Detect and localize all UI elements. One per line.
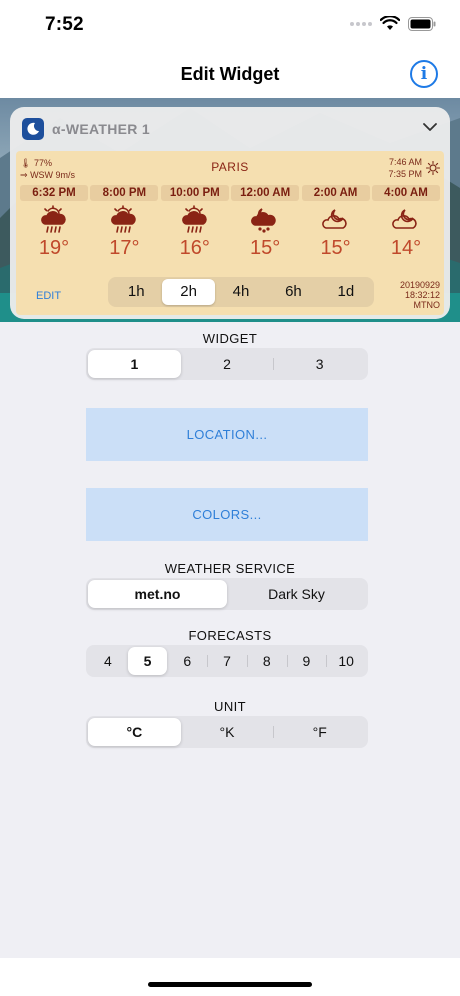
wifi-icon xyxy=(380,16,400,30)
widget-preview: α-WEATHER 1 🌡︎ 77% ⇒ WSW 9m/s PARIS 7:46… xyxy=(10,107,450,319)
interval-option-6h[interactable]: 6h xyxy=(267,279,319,305)
forecast-temp: 15° xyxy=(320,237,351,259)
widget-selector: 1 2 3 xyxy=(86,348,368,380)
forecast-column: 4:00 AM 14° xyxy=(371,185,440,259)
colors-button[interactable]: COLORS... xyxy=(86,488,368,541)
forecasts-selector: 4 5 6 7 8 9 10 xyxy=(86,645,368,677)
signal-icon xyxy=(350,21,372,26)
home-indicator[interactable] xyxy=(148,982,312,987)
update-stamp: 20190929 18:32:12 MTNO xyxy=(400,280,440,310)
forecasts-option-5[interactable]: 5 xyxy=(127,647,168,675)
widget-option-2[interactable]: 2 xyxy=(181,350,274,378)
forecast-column: 10:00 PM 16° xyxy=(160,185,229,259)
stamp-source: MTNO xyxy=(413,300,441,310)
location-button[interactable]: LOCATION... xyxy=(86,408,368,461)
forecasts-option-10[interactable]: 10 xyxy=(326,647,366,675)
moon-cloud-icon xyxy=(302,203,370,237)
page-title: Edit Widget xyxy=(180,64,280,84)
sun-cloud-rain-icon xyxy=(20,203,88,237)
stamp-date: 20190929 xyxy=(399,280,440,290)
moon-cloud-icon xyxy=(372,203,440,237)
forecast-time: 12:00 AM xyxy=(231,185,300,201)
interval-option-1d[interactable]: 1d xyxy=(320,279,372,305)
forecast-temp: 15° xyxy=(250,237,281,259)
sunrise-time: 7:46 AM xyxy=(388,157,422,167)
moon-cloud-drizzle-icon xyxy=(231,203,299,237)
service-option-dark-sky[interactable]: Dark Sky xyxy=(227,580,366,608)
forecasts-option-6[interactable]: 6 xyxy=(167,647,207,675)
weather-service-label: WEATHER SERVICE xyxy=(164,561,296,576)
forecast-time: 6:32 PM xyxy=(20,185,88,201)
forecast-time: 4:00 AM xyxy=(371,185,440,201)
sun-cloud-rain-icon xyxy=(161,203,229,237)
forecasts-option-9[interactable]: 9 xyxy=(286,647,327,675)
widget-section-label: WIDGET xyxy=(202,331,258,346)
widget-header[interactable]: α-WEATHER 1 xyxy=(10,107,450,151)
forecast-time: 10:00 PM xyxy=(160,185,229,201)
stamp-time: 18:32:12 xyxy=(404,290,440,300)
info-icon[interactable]: i xyxy=(410,60,438,88)
forecast-time: 8:00 PM xyxy=(90,185,159,201)
sun-times: 7:46 AM 7:35 PM xyxy=(388,156,440,180)
status-time: 7:52 xyxy=(45,14,84,35)
nav-bar: Edit Widget i xyxy=(0,50,460,98)
forecast-temp: 19° xyxy=(38,237,70,259)
chevron-down-icon[interactable] xyxy=(422,121,438,133)
widget-name: α-WEATHER 1 xyxy=(52,121,150,137)
status-icons xyxy=(350,16,436,31)
unit-selector: °C °K °F xyxy=(86,716,368,748)
forecast-temp: 14° xyxy=(390,237,422,259)
sun-cloud-rain-icon xyxy=(90,203,158,237)
forecast-column: 6:32 PM 19° xyxy=(20,185,88,259)
forecast-temp: 17° xyxy=(109,237,140,259)
forecast-column: 8:00 PM 17° xyxy=(90,185,159,259)
unit-label: UNIT xyxy=(214,699,246,714)
forecasts-option-8[interactable]: 8 xyxy=(246,647,287,675)
forecast-column: 2:00 AM 15° xyxy=(301,185,370,259)
sun-icon xyxy=(426,161,440,175)
moon-icon xyxy=(22,118,44,140)
widget-option-3[interactable]: 3 xyxy=(273,350,366,378)
interval-option-2h[interactable]: 2h xyxy=(162,279,215,305)
battery-icon xyxy=(408,16,436,31)
city-name: PARIS xyxy=(211,160,249,174)
sunset-time: 7:35 PM xyxy=(388,169,422,179)
edit-link[interactable]: EDIT xyxy=(36,290,61,302)
unit-option-celsius[interactable]: °C xyxy=(88,718,181,746)
weather-service-selector: met.no Dark Sky xyxy=(86,578,368,610)
home-area xyxy=(0,958,460,996)
status-bar: 7:52 xyxy=(0,0,460,50)
forecast-panel: 🌡︎ 77% ⇒ WSW 9m/s PARIS 7:46 AM 7:35 PM xyxy=(16,151,444,315)
interval-selector: 1h 2h 4h 6h 1d xyxy=(108,277,374,307)
interval-option-4h[interactable]: 4h xyxy=(215,279,267,305)
forecasts-option-7[interactable]: 7 xyxy=(207,647,247,675)
forecast-time: 2:00 AM xyxy=(301,185,370,201)
unit-option-kelvin[interactable]: °K xyxy=(181,718,274,746)
interval-option-1h[interactable]: 1h xyxy=(110,279,162,305)
forecasts-label: FORECASTS xyxy=(188,628,272,643)
forecast-temp: 16° xyxy=(179,237,210,259)
forecast-column: 12:00 AM 15° xyxy=(231,185,300,259)
widget-option-1[interactable]: 1 xyxy=(88,350,181,378)
hourly-forecast: 6:32 PM 19° 8:00 PM 17° 10:00 PM 16° 12:… xyxy=(20,185,440,259)
service-option-met-no[interactable]: met.no xyxy=(88,580,227,608)
forecasts-option-4[interactable]: 4 xyxy=(88,647,128,675)
unit-option-fahrenheit[interactable]: °F xyxy=(273,718,366,746)
